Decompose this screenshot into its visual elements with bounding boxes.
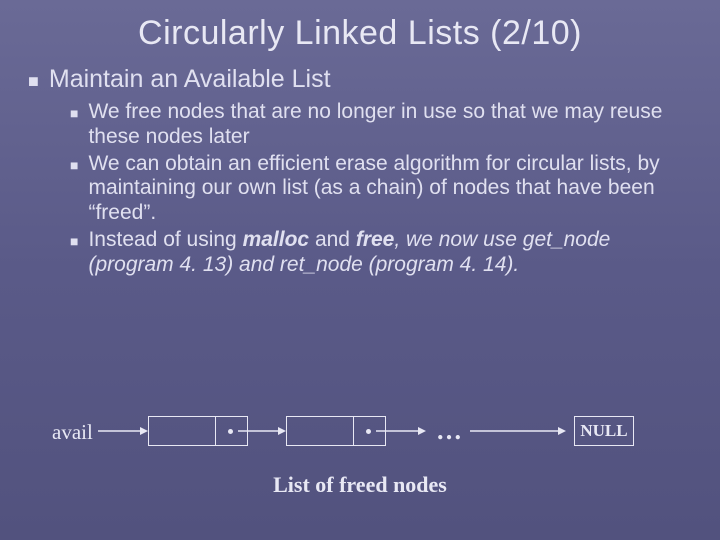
bullet-text: We can obtain an efficient erase algorit…: [88, 152, 692, 226]
square-bullet-icon: ■: [70, 105, 78, 122]
square-bullet-icon: ■: [70, 157, 78, 174]
bullet-item: ■ We can obtain an efficient erase algor…: [70, 152, 692, 226]
slide: Circularly Linked Lists (2/10) ■ Maintai…: [0, 0, 720, 540]
square-bullet-icon: ■: [70, 233, 78, 250]
text-run: and: [309, 228, 356, 251]
text-emphasis: free: [356, 228, 395, 251]
bullet-text: Instead of using malloc and free, we now…: [88, 228, 692, 278]
bullet-level1: ■ Maintain an Available List: [28, 65, 692, 94]
node-box: [148, 416, 248, 446]
text-run: Instead of using: [88, 228, 242, 251]
arrow-icon: [98, 428, 148, 436]
text-emphasis: malloc: [243, 228, 310, 251]
page-title: Circularly Linked Lists (2/10): [0, 0, 720, 53]
content-area: ■ Maintain an Available List ■ We free n…: [28, 65, 692, 277]
bullet-item: ■ Instead of using malloc and free, we n…: [70, 228, 692, 278]
bullet-item: ■ We free nodes that are no longer in us…: [70, 100, 692, 150]
square-bullet-icon: ■: [28, 71, 39, 92]
linked-list-diagram: avail … NULL List of freed nodes: [0, 396, 720, 496]
node-box: [286, 416, 386, 446]
avail-label: avail: [52, 420, 93, 445]
ellipsis-icon: …: [436, 416, 464, 446]
diagram-caption: List of freed nodes: [0, 472, 720, 498]
heading-text: Maintain an Available List: [49, 65, 331, 94]
arrow-icon: [470, 428, 566, 436]
arrow-icon: [238, 428, 286, 436]
bullet-text: We free nodes that are no longer in use …: [88, 100, 692, 150]
arrow-icon: [376, 428, 426, 436]
null-box: NULL: [574, 416, 634, 446]
bullet-level2-group: ■ We free nodes that are no longer in us…: [70, 100, 692, 277]
